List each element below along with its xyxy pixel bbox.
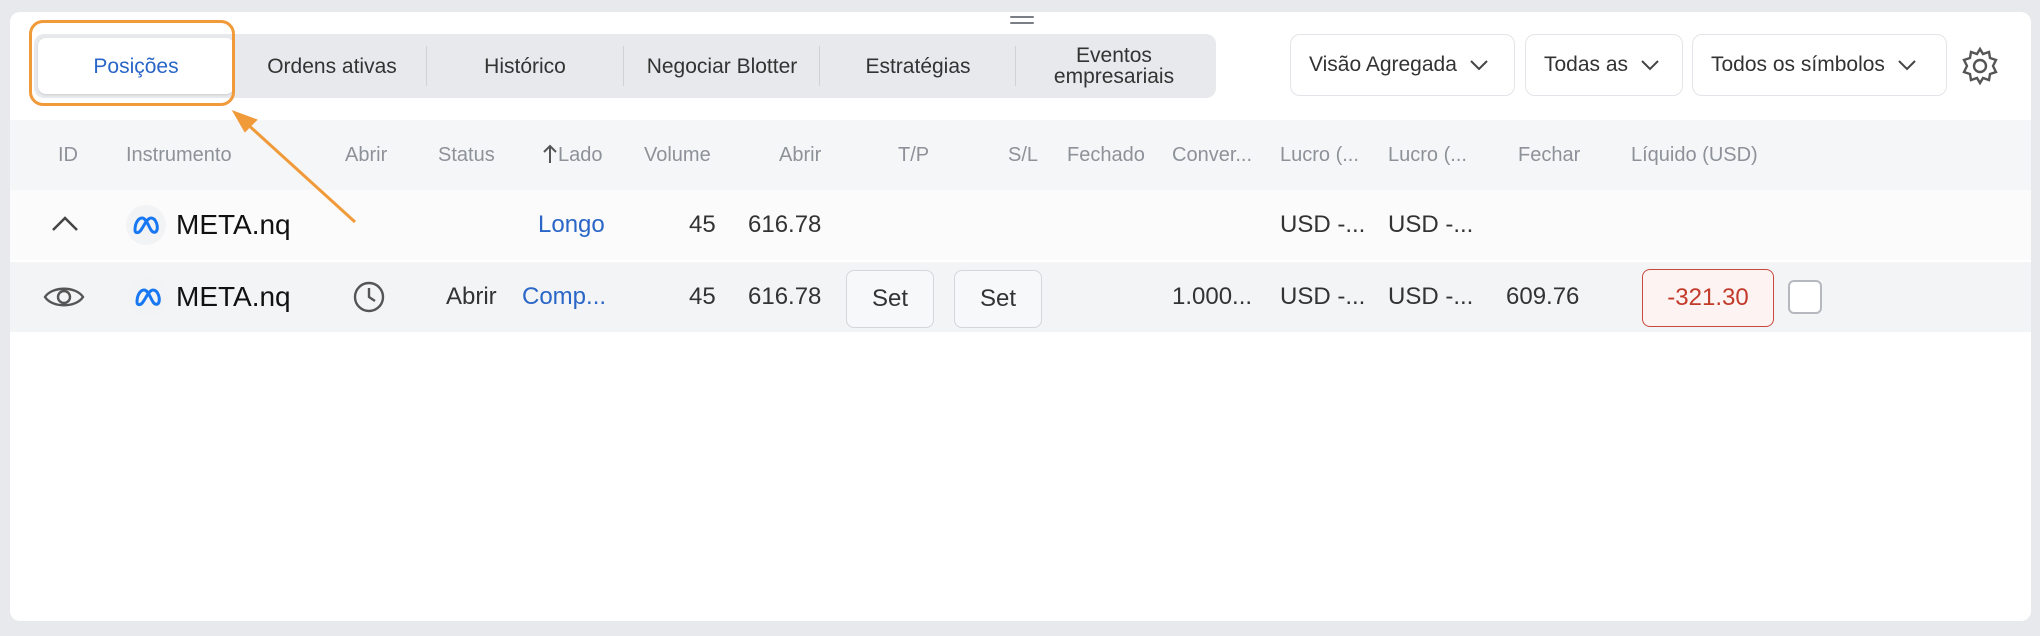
instrument-symbol: META.nq xyxy=(176,281,291,312)
all-dropdown[interactable]: Todas as xyxy=(1525,34,1683,96)
tab-corporate-events[interactable]: Eventos empresariais xyxy=(1016,34,1212,98)
all-dropdown-label: Todas as xyxy=(1544,53,1629,76)
tab-active-orders[interactable]: Ordens ativas xyxy=(234,34,430,98)
col-profit-2[interactable]: Lucro (... xyxy=(1388,120,1467,190)
table-row[interactable]: META.nq Longo 45 616.78 USD -... USD -..… xyxy=(10,190,2031,260)
sl-set-button[interactable]: Set xyxy=(954,270,1042,328)
col-net[interactable]: Líquido (USD) xyxy=(1631,120,1758,190)
tp-set-button[interactable]: Set xyxy=(846,270,934,328)
clock-icon xyxy=(353,281,385,313)
net-pnl-badge: -321.30 xyxy=(1642,269,1774,327)
col-conversion[interactable]: Conver... xyxy=(1172,120,1252,190)
chevron-down-icon xyxy=(1641,60,1659,71)
open-price-value: 616.78 xyxy=(748,211,822,238)
profit-2-value: USD -... xyxy=(1388,211,1474,238)
side-value: Longo xyxy=(538,211,605,238)
profit-1-value: USD -... xyxy=(1280,211,1366,238)
col-open-price[interactable]: Abrir xyxy=(779,120,821,190)
view-dropdown-label: Visão Agregada xyxy=(1309,53,1457,76)
col-close[interactable]: Fechar xyxy=(1518,120,1580,190)
col-status[interactable]: Status xyxy=(438,120,495,190)
sort-up-icon xyxy=(543,144,557,163)
col-closed[interactable]: Fechado xyxy=(1067,120,1145,190)
col-side[interactable]: Lado xyxy=(542,120,603,190)
profit-2-value: USD -... xyxy=(1388,283,1474,310)
col-profit-1[interactable]: Lucro (... xyxy=(1280,120,1359,190)
side-value: Comp... xyxy=(522,283,607,310)
table-header: ID Instrumento Abrir Status Lado Volume … xyxy=(10,120,2031,190)
eye-icon[interactable] xyxy=(42,280,86,314)
table-row[interactable]: META.nq Abrir Comp... 45 616.78 Set Set … xyxy=(10,262,2031,332)
drag-handle[interactable] xyxy=(1010,16,1034,26)
col-instrument[interactable]: Instrumento xyxy=(126,120,232,190)
gear-icon[interactable] xyxy=(1960,46,2000,86)
conversion-value: 1.000... xyxy=(1172,283,1253,310)
highlight-annotation xyxy=(29,20,235,106)
volume-value: 45 xyxy=(689,283,716,310)
row-checkbox[interactable] xyxy=(1788,280,1822,314)
col-tp[interactable]: T/P xyxy=(898,120,929,190)
symbols-dropdown[interactable]: Todos os símbolos xyxy=(1692,34,1947,96)
chevron-up-icon[interactable] xyxy=(50,214,80,234)
col-volume[interactable]: Volume xyxy=(644,120,711,190)
chevron-down-icon xyxy=(1470,60,1488,71)
tab-history[interactable]: Histórico xyxy=(427,34,623,98)
symbols-dropdown-label: Todos os símbolos xyxy=(1711,53,1885,76)
status-value: Abrir xyxy=(446,283,497,310)
col-id[interactable]: ID xyxy=(58,120,78,190)
open-price-value: 616.78 xyxy=(748,283,822,310)
instrument-symbol: META.nq xyxy=(176,209,291,240)
volume-value: 45 xyxy=(689,211,716,238)
meta-logo xyxy=(128,277,168,317)
view-dropdown[interactable]: Visão Agregada xyxy=(1290,34,1515,96)
col-side-label: Lado xyxy=(558,144,603,166)
col-open-time[interactable]: Abrir xyxy=(345,120,387,190)
col-sl[interactable]: S/L xyxy=(1008,120,1038,190)
close-price-value: 609.76 xyxy=(1506,283,1580,310)
tab-strategies[interactable]: Estratégias xyxy=(820,34,1016,98)
meta-logo xyxy=(126,205,166,245)
chevron-down-icon xyxy=(1898,60,1916,71)
tab-trade-blotter[interactable]: Negociar Blotter xyxy=(624,34,820,98)
profit-1-value: USD -... xyxy=(1280,283,1366,310)
